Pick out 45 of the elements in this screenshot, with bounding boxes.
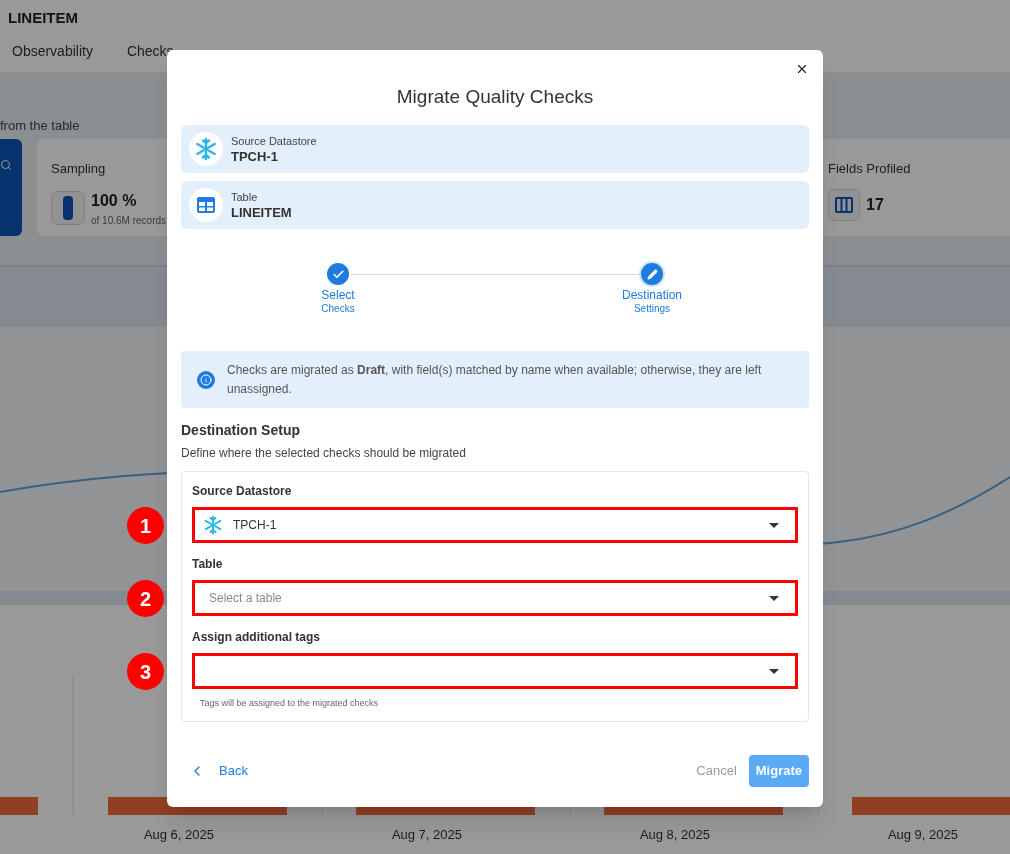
stat-value: 100 % xyxy=(91,190,138,211)
field-placeholder: Select a table xyxy=(208,590,282,607)
axis-label: Aug 8, 2025 xyxy=(639,826,711,844)
page-title: LINEITEM xyxy=(8,7,78,28)
summary-label: Table xyxy=(231,190,259,205)
cancel-button[interactable]: Cancel xyxy=(684,755,749,787)
stat-value: 17 xyxy=(866,194,884,215)
snowflake-icon xyxy=(194,137,218,161)
axis-label: Aug 7, 2025 xyxy=(391,826,463,844)
step-subtitle: Settings xyxy=(633,303,671,315)
section-description: Define where the selected checks should be migrated xyxy=(181,445,467,462)
dialog-title: Migrate Quality Checks xyxy=(396,84,594,109)
axis-label: Aug 9, 2025 xyxy=(887,826,959,844)
info-text: Checks are migrated as Draft, with field(s) matched by name when available; otherwise, they are left unassigned. xyxy=(227,361,763,398)
columns-icon xyxy=(828,188,860,221)
field-helper: Tags will be assigned to the migrated checks xyxy=(200,697,380,710)
axis-label: Aug 6, 2025 xyxy=(143,826,215,844)
field-value: TPCH-1 xyxy=(233,517,277,534)
summary-value: TPCH-1 xyxy=(231,149,279,165)
summary-value: LINEITEM xyxy=(231,205,292,221)
page-subtitle: from the table xyxy=(0,116,80,135)
table-icon xyxy=(197,197,215,213)
summary-label: Source Datastore xyxy=(231,134,317,149)
field-label: Assign additional tags xyxy=(192,629,321,646)
back-button[interactable]: Back xyxy=(181,755,256,787)
field-label: Source Datastore xyxy=(192,483,293,500)
caret-icon xyxy=(769,595,779,601)
close-icon[interactable] xyxy=(795,62,809,76)
caret-icon xyxy=(769,522,779,528)
step-title: Select xyxy=(321,288,355,303)
page-tab[interactable]: Observability xyxy=(12,41,93,62)
bar xyxy=(0,797,38,815)
search-icon xyxy=(0,159,12,171)
step-title: Destination xyxy=(621,288,682,303)
snowflake-icon xyxy=(203,515,223,535)
stat-label: Fields Profiled xyxy=(828,160,912,178)
step-marker: 3 xyxy=(127,653,164,690)
step-subtitle: Checks xyxy=(321,303,355,315)
section-title: Destination Setup xyxy=(181,421,301,440)
caret-icon xyxy=(769,668,779,674)
stat-label: Sampling xyxy=(51,160,107,178)
field-label: Table xyxy=(192,556,224,573)
info-icon xyxy=(197,370,215,389)
stat-note: of 10.6M records xyxy=(91,213,167,228)
sampling-icon xyxy=(51,191,85,225)
